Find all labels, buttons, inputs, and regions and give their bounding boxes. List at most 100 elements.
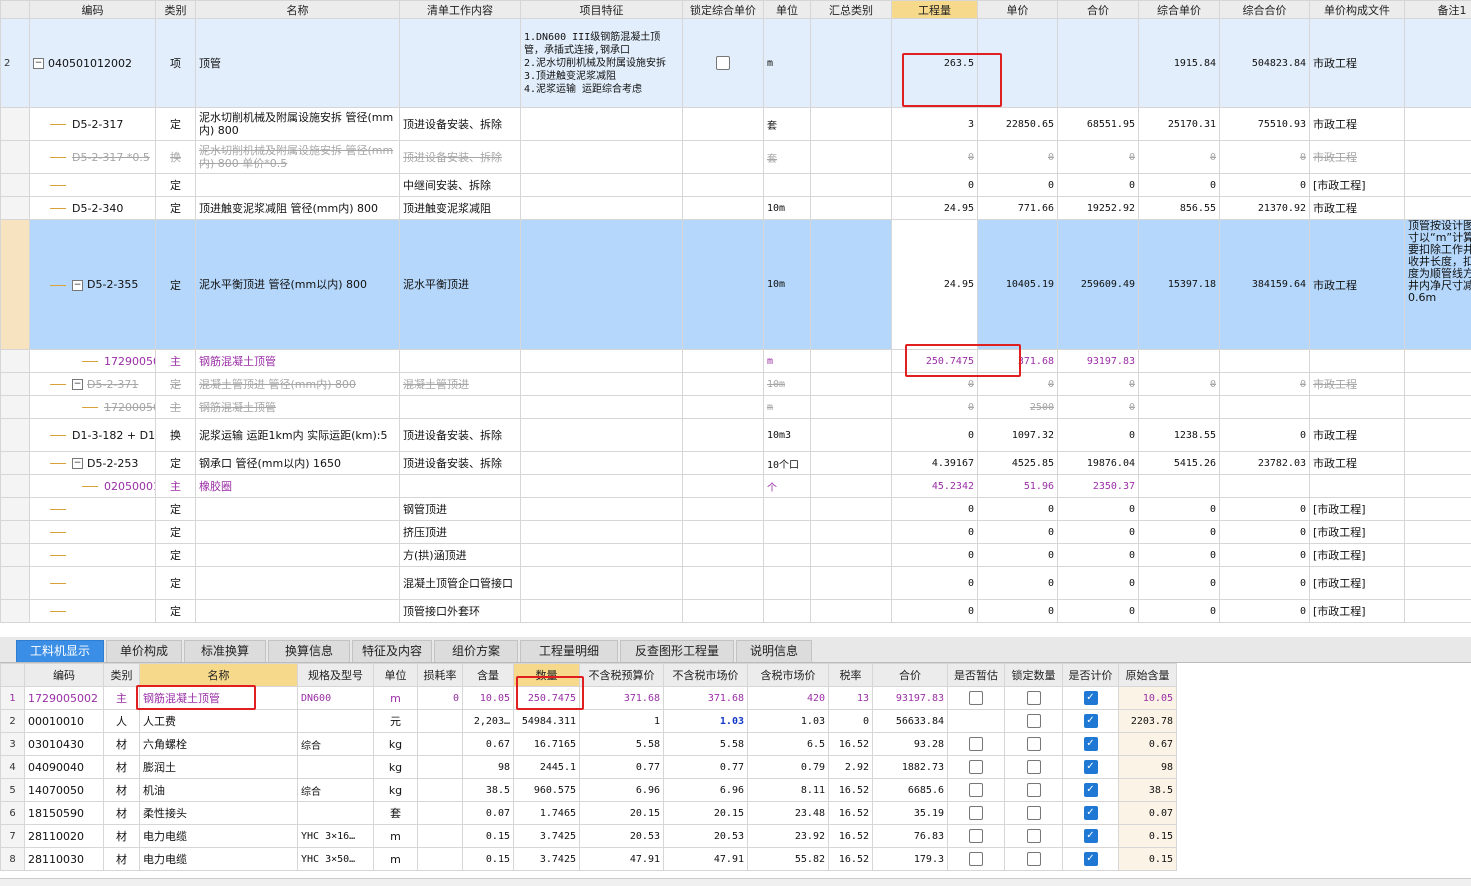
col-unit[interactable]: 单位 <box>764 1 811 19</box>
res-budget[interactable]: 371.68 <box>580 687 664 710</box>
resource-row[interactable]: 11729005002主钢筋混凝土顶管DN600m010.05250.74753… <box>1 687 1177 710</box>
code-cell[interactable]: 17200050 <box>30 396 156 419</box>
res-total[interactable]: 179.3 <box>873 848 948 871</box>
row-file[interactable]: [市政工程] <box>1310 498 1405 521</box>
code-cell[interactable] <box>30 498 156 521</box>
res-orig[interactable]: 2203.78 <box>1119 710 1177 733</box>
col-unit-price[interactable]: 单价 <box>978 1 1058 19</box>
row-file[interactable]: [市政工程] <box>1310 600 1405 623</box>
code-cell[interactable] <box>30 174 156 197</box>
row-file[interactable]: 市政工程 <box>1310 452 1405 475</box>
row-features[interactable] <box>521 419 683 452</box>
row-quantity[interactable]: 24.95 <box>892 220 978 350</box>
col-type[interactable]: 类别 <box>156 1 196 19</box>
res-col-6[interactable]: 损耗率 <box>418 664 463 687</box>
res-unit[interactable]: kg <box>374 733 418 756</box>
table-row[interactable]: 定顶管接口外套环00000[市政工程] <box>1 600 1471 623</box>
res-lock-checkbox[interactable] <box>1027 829 1041 843</box>
row-name[interactable]: 顶进触变泥浆减阻 管径(mm内) 800 <box>196 197 400 220</box>
row-work[interactable] <box>400 350 521 373</box>
row-name[interactable] <box>196 521 400 544</box>
res-content[interactable]: 10.05 <box>463 687 514 710</box>
row-work[interactable] <box>400 396 521 419</box>
res-col-2[interactable]: 类别 <box>104 664 140 687</box>
row-quantity[interactable]: 4.39167 <box>892 452 978 475</box>
row-lock[interactable] <box>683 350 764 373</box>
res-name[interactable]: 电力电缆 <box>140 848 298 871</box>
table-row[interactable]: −D5-2-371定混凝土管顶进 管径(mm内) 800混凝土管顶进10m000… <box>1 373 1471 396</box>
row-quantity[interactable]: 45.2342 <box>892 475 978 498</box>
res-loss[interactable] <box>418 848 463 871</box>
row-note[interactable] <box>1405 108 1471 141</box>
res-budget[interactable]: 1 <box>580 710 664 733</box>
res-code[interactable]: 1729005002 <box>25 687 104 710</box>
row-lock[interactable] <box>683 108 764 141</box>
tab-1[interactable]: 单价构成 <box>106 640 182 662</box>
row-file[interactable]: 市政工程 <box>1310 141 1405 174</box>
row-lock[interactable] <box>683 600 764 623</box>
tab-2[interactable]: 标准换算 <box>184 640 266 662</box>
tab-7[interactable]: 反查图形工程量 <box>620 640 734 662</box>
res-spec[interactable] <box>298 802 374 825</box>
row-features[interactable] <box>521 373 683 396</box>
code-cell[interactable]: −D5-2-253 <box>30 452 156 475</box>
col-lock-price[interactable]: 锁定综合单价 <box>683 1 764 19</box>
res-priced-cell[interactable]: ✓ <box>1063 756 1119 779</box>
row-features[interactable] <box>521 521 683 544</box>
res-qty[interactable]: 2445.1 <box>514 756 580 779</box>
col-summary-type[interactable]: 汇总类别 <box>811 1 892 19</box>
row-lock[interactable] <box>683 373 764 396</box>
row-work[interactable]: 顶进触变泥浆减阻 <box>400 197 521 220</box>
res-tax_market[interactable]: 23.92 <box>748 825 829 848</box>
row-name[interactable]: 橡胶圈 <box>196 475 400 498</box>
col-total[interactable]: 合价 <box>1058 1 1139 19</box>
res-total[interactable]: 6685.6 <box>873 779 948 802</box>
res-budget[interactable]: 5.58 <box>580 733 664 756</box>
res-orig[interactable]: 0.67 <box>1119 733 1177 756</box>
row-features[interactable] <box>521 396 683 419</box>
row-lock[interactable] <box>683 521 764 544</box>
resource-row[interactable]: 303010430材六角螺栓综合kg0.6716.71655.585.586.5… <box>1 733 1177 756</box>
res-spec[interactable]: 综合 <box>298 779 374 802</box>
res-col-17[interactable]: 原始含量 <box>1119 664 1177 687</box>
row-name[interactable]: 泥水切削机械及附属设施安拆 管径(mm内) 800 单价*0.5 <box>196 141 400 174</box>
res-market[interactable]: 371.68 <box>664 687 748 710</box>
res-loss[interactable] <box>418 779 463 802</box>
resource-row[interactable]: 828110030材电力电缆YHC 3×50…m0.153.742547.914… <box>1 848 1177 871</box>
res-unit[interactable]: m <box>374 848 418 871</box>
table-row[interactable]: D5-2-317定泥水切削机械及附属设施安拆 管径(mm内) 800顶进设备安装… <box>1 108 1471 141</box>
code-cell[interactable]: 1729005002 <box>30 350 156 373</box>
item-note[interactable] <box>1405 19 1471 108</box>
res-col-12[interactable]: 税率 <box>829 664 873 687</box>
row-note[interactable] <box>1405 544 1471 567</box>
row-quantity[interactable]: 250.7475 <box>892 350 978 373</box>
row-name[interactable]: 钢筋混凝土顶管 <box>196 350 400 373</box>
res-budget[interactable]: 6.96 <box>580 779 664 802</box>
row-lock[interactable] <box>683 567 764 600</box>
res-tax[interactable]: 16.52 <box>829 802 873 825</box>
tab-0[interactable]: 工料机显示 <box>16 640 104 662</box>
res-tax[interactable]: 16.52 <box>829 733 873 756</box>
res-market[interactable]: 0.77 <box>664 756 748 779</box>
res-priced-cell[interactable]: ✓ <box>1063 779 1119 802</box>
res-code[interactable]: 28110030 <box>25 848 104 871</box>
res-priced-cell[interactable]: ✓ <box>1063 710 1119 733</box>
table-row-selected[interactable]: −D5-2-355定泥水平衡顶进 管径(mm以内) 800泥水平衡顶进10m24… <box>1 220 1471 350</box>
row-quantity[interactable]: 0 <box>892 396 978 419</box>
row-quantity[interactable]: 0 <box>892 174 978 197</box>
tab-8[interactable]: 说明信息 <box>736 640 812 662</box>
row-file[interactable]: 市政工程 <box>1310 220 1405 350</box>
res-priced-checkbox[interactable]: ✓ <box>1084 760 1098 774</box>
res-qty[interactable]: 1.7465 <box>514 802 580 825</box>
res-lock-checkbox[interactable] <box>1027 737 1041 751</box>
res-content[interactable]: 98 <box>463 756 514 779</box>
row-quantity[interactable]: 0 <box>892 600 978 623</box>
row-features[interactable] <box>521 567 683 600</box>
res-name[interactable]: 膨润土 <box>140 756 298 779</box>
collapse-toggle-icon[interactable]: − <box>72 379 83 390</box>
table-row[interactable]: 定挤压顶进00000[市政工程] <box>1 521 1471 544</box>
res-qty[interactable]: 16.7165 <box>514 733 580 756</box>
row-note[interactable] <box>1405 475 1471 498</box>
res-col-13[interactable]: 合价 <box>873 664 948 687</box>
code-cell[interactable] <box>30 600 156 623</box>
